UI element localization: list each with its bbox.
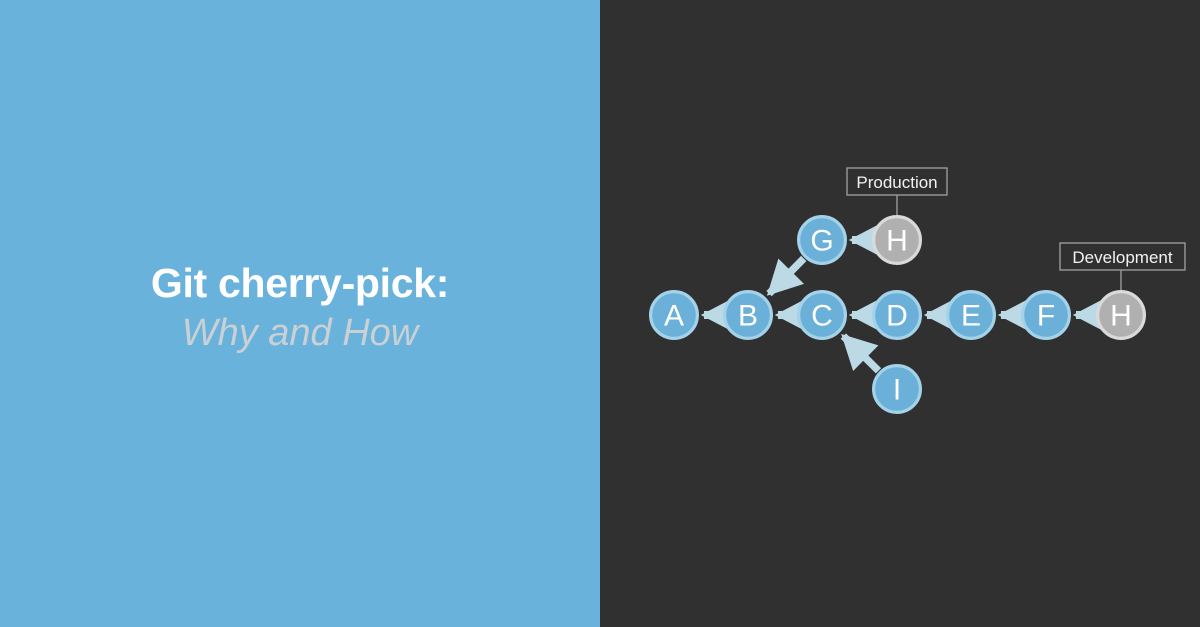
git-commit-graph: Production Development A B C D E F H G H I [648, 167, 1186, 415]
commit-node-label-G: G [810, 225, 833, 258]
commit-edge-G-to-B [766, 255, 807, 297]
left-title-panel: Git cherry-pick: Why and How [0, 0, 600, 627]
branch-label-text-production: Production [856, 173, 937, 192]
commit-node-I: I [872, 364, 923, 415]
branch-label-text-development: Development [1072, 248, 1172, 267]
commit-node-Hprod: H [872, 215, 923, 266]
commit-node-D: D [872, 290, 923, 341]
commit-edge-I-to-C [840, 333, 882, 374]
commit-node-B: B [722, 290, 773, 341]
commit-node-label-B: B [738, 300, 758, 333]
title-block: Git cherry-pick: Why and How [0, 258, 600, 358]
commit-node-label-A: A [664, 300, 684, 333]
page-title: Git cherry-pick: [150, 260, 450, 306]
branch-label-development: Development [1059, 242, 1186, 290]
commit-node-E: E [946, 290, 997, 341]
commit-node-label-C: C [811, 300, 833, 333]
commit-node-label-Hdev: H [1110, 300, 1132, 333]
commit-node-label-Hprod: H [886, 225, 908, 258]
commit-node-label-E: E [961, 300, 981, 333]
commit-node-F: F [1021, 290, 1072, 341]
page-subtitle: Why and How [181, 312, 419, 354]
commit-node-label-D: D [886, 300, 908, 333]
commit-node-C: C [797, 290, 848, 341]
commit-node-Hdev: H [1096, 290, 1147, 341]
commit-node-G: G [797, 215, 848, 266]
slide-canvas: Git cherry-pick: Why and How Production D… [0, 0, 1200, 627]
commit-nodes-layer: A B C D E F H G H I [648, 215, 1147, 415]
commit-node-label-F: F [1037, 300, 1055, 333]
branch-label-production: Production [846, 167, 948, 215]
commit-node-A: A [648, 290, 699, 341]
commit-node-label-I: I [893, 374, 901, 407]
